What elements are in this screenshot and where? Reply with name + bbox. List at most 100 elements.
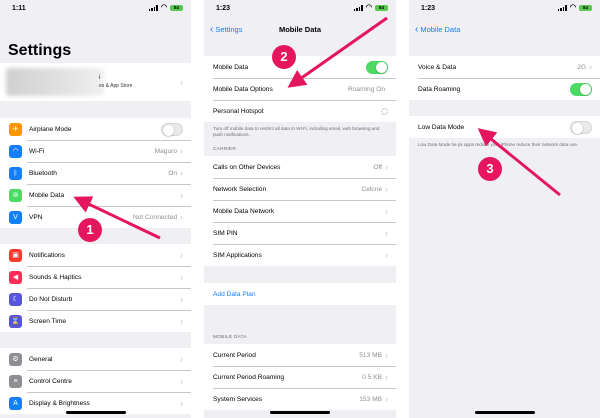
row-label: Voice & Data [418,63,457,71]
chevron-right-icon: › [180,375,183,386]
row-label: SIM Applications [213,251,262,259]
chevron-right-icon: › [180,249,183,260]
row-mobile-data-network[interactable]: Mobile Data Network › [204,200,396,222]
status-bar: 1:23 ◠ 84 [204,0,396,18]
chevron-right-icon: › [385,227,388,238]
row-voice-and-data[interactable]: Voice & Data 2G › [409,56,600,78]
speaker-icon: ◀ [9,270,22,284]
row-current-period-roaming[interactable]: Current Period Roaming 0.5 KB › [204,366,396,388]
row-value: 153 MB [359,395,382,403]
chevron-right-icon: › [180,271,183,282]
row-label: SIM PIN [213,229,238,237]
row-wi-fi[interactable]: ◠ Wi-Fi Maguro › [0,140,191,162]
row-mobile-data-options[interactable]: Mobile Data Options Roaming On [204,78,396,100]
page-title: Settings [8,42,72,59]
row-notifications[interactable]: ▣ Notifications › [0,244,191,266]
back-button[interactable]: ‹ Mobile Data [415,24,460,34]
wifi-status-icon: ◠ [160,4,167,11]
mobile-data-group: Mobile Data Mobile Data Options Roaming On… [204,56,396,122]
roaming-group: Voice & Data 2G › Data Roaming [409,56,600,100]
row-value: 0.5 KB [362,373,382,381]
profile-subtitle: es & App Store [99,83,133,89]
notifications-group: ▣ Notifications › ◀ Sounds & Haptics › ☾ Do Not… [0,244,191,332]
row-label: Screen Time [29,317,67,325]
brightness-icon: A [9,396,22,410]
mobile-data-usage-header: MOBILE DATA [213,335,247,340]
hourglass-icon: ⌛ [9,314,22,328]
mobile-data-screen: 1:23 ◠ 84 ‹ Settings Mobile Data Mobile … [204,0,396,418]
row-label: Mobile Data Network [213,207,275,215]
toggles-icon: ≡ [9,374,22,388]
row-mobile-data[interactable]: Mobile Data [204,56,396,78]
row-sounds-and-haptics[interactable]: ◀ Sounds & Haptics › [0,266,191,288]
chevron-right-icon: › [180,167,183,178]
row-label: Current Period [213,351,256,359]
signal-icon [148,5,158,11]
chevron-right-icon: › [180,189,183,200]
carrier-header: CARRIER [213,147,236,152]
add-data-plan-button[interactable]: Add Data Plan [204,283,396,305]
wifi-status-icon: ◠ [365,4,372,11]
row-sim-applications[interactable]: SIM Applications › [204,244,396,266]
row-label: Calls on Other Devices [213,163,281,171]
row-general[interactable]: ⚙ General › [0,348,191,370]
row-mobile-data[interactable]: ⊚ Mobile Data › [0,184,191,206]
apple-id-row[interactable]: i es & App Store › [0,63,191,101]
connectivity-group: ✈ Airplane Mode ◠ Wi-Fi Maguro › ᛒ Bluetooth On ›… [0,118,191,228]
antenna-icon: ⊚ [9,188,22,202]
row-do-not-disturb[interactable]: ☾ Do Not Disturb › [0,288,191,310]
row-sim-pin[interactable]: SIM PIN › [204,222,396,244]
row-airplane-mode[interactable]: ✈ Airplane Mode [0,118,191,140]
row-label: Low Data Mode [418,123,465,131]
row-screen-time[interactable]: ⌛ Screen Time › [0,310,191,332]
step-marker-3: 3 [478,157,502,181]
airplane-mode-toggle[interactable] [161,122,183,136]
row-control-centre[interactable]: ≡ Control Centre › [0,370,191,392]
low-data-footnote: Low Data Mode he ps apps reduce your iPh… [418,142,579,147]
row-label: Do Not Disturb [29,295,73,303]
row-value: Celcne [361,185,382,193]
row-personal-hotspot[interactable]: Personal Hotspot [204,100,396,122]
data-roaming-toggle[interactable] [570,82,592,96]
row-bluetooth[interactable]: ᛒ Bluetooth On › [0,162,191,184]
battery-icon: 84 [579,5,592,11]
status-bar: 1:11 ◠ 84 [0,0,191,18]
usage-group: Current Period 513 MB › Current Period Roam… [204,344,396,410]
back-button[interactable]: ‹ Settings [210,24,243,34]
signal-icon [557,5,567,11]
row-label: Notifications [29,251,65,259]
mobile-data-footnote: Turn off mobile data to restrict all dat… [213,126,380,137]
low-data-mode-toggle[interactable] [570,120,592,134]
step-marker-2: 2 [272,45,296,69]
mobile-data-toggle[interactable] [366,60,388,74]
profile-name: i [99,74,101,81]
row-value: 513 MB [359,351,382,359]
row-label: Airplane Mode [29,125,72,133]
row-calls-on-other-devices[interactable]: Calls on Other Devices Off › [204,156,396,178]
row-data-roaming[interactable]: Data Roaming [409,78,600,100]
chevron-right-icon: › [180,293,183,304]
battery-icon: 84 [375,5,388,11]
row-current-period[interactable]: Current Period 513 MB › [204,344,396,366]
nav-bar: ‹ Mobile Data [409,18,600,42]
chevron-right-icon: › [385,183,388,194]
row-label: System Services [213,395,263,403]
row-network-selection[interactable]: Network Selection Celcne › [204,178,396,200]
loading-spinner-icon [381,107,388,115]
row-value: Roaming On [347,85,385,93]
status-bar: 1:23 ◠ 84 [409,0,600,18]
wifi-icon: ◠ [9,144,22,158]
chevron-right-icon: › [385,205,388,216]
row-low-data-mode[interactable]: Low Data Mode [409,116,600,138]
add-data-plan-label: Add Data Plan [213,290,256,298]
chevron-right-icon: › [180,145,183,156]
home-indicator [474,411,535,414]
signal-icon [353,5,363,11]
general-group: ⚙ General › ≡ Control Centre › A Display & Brig… [0,348,191,414]
row-value: Off [373,163,382,171]
row-system-services[interactable]: System Services 153 MB › [204,388,396,410]
status-time: 1:11 [12,5,26,12]
chevron-right-icon: › [180,315,183,326]
back-label: Settings [215,25,243,34]
airplane-icon: ✈ [9,122,22,136]
